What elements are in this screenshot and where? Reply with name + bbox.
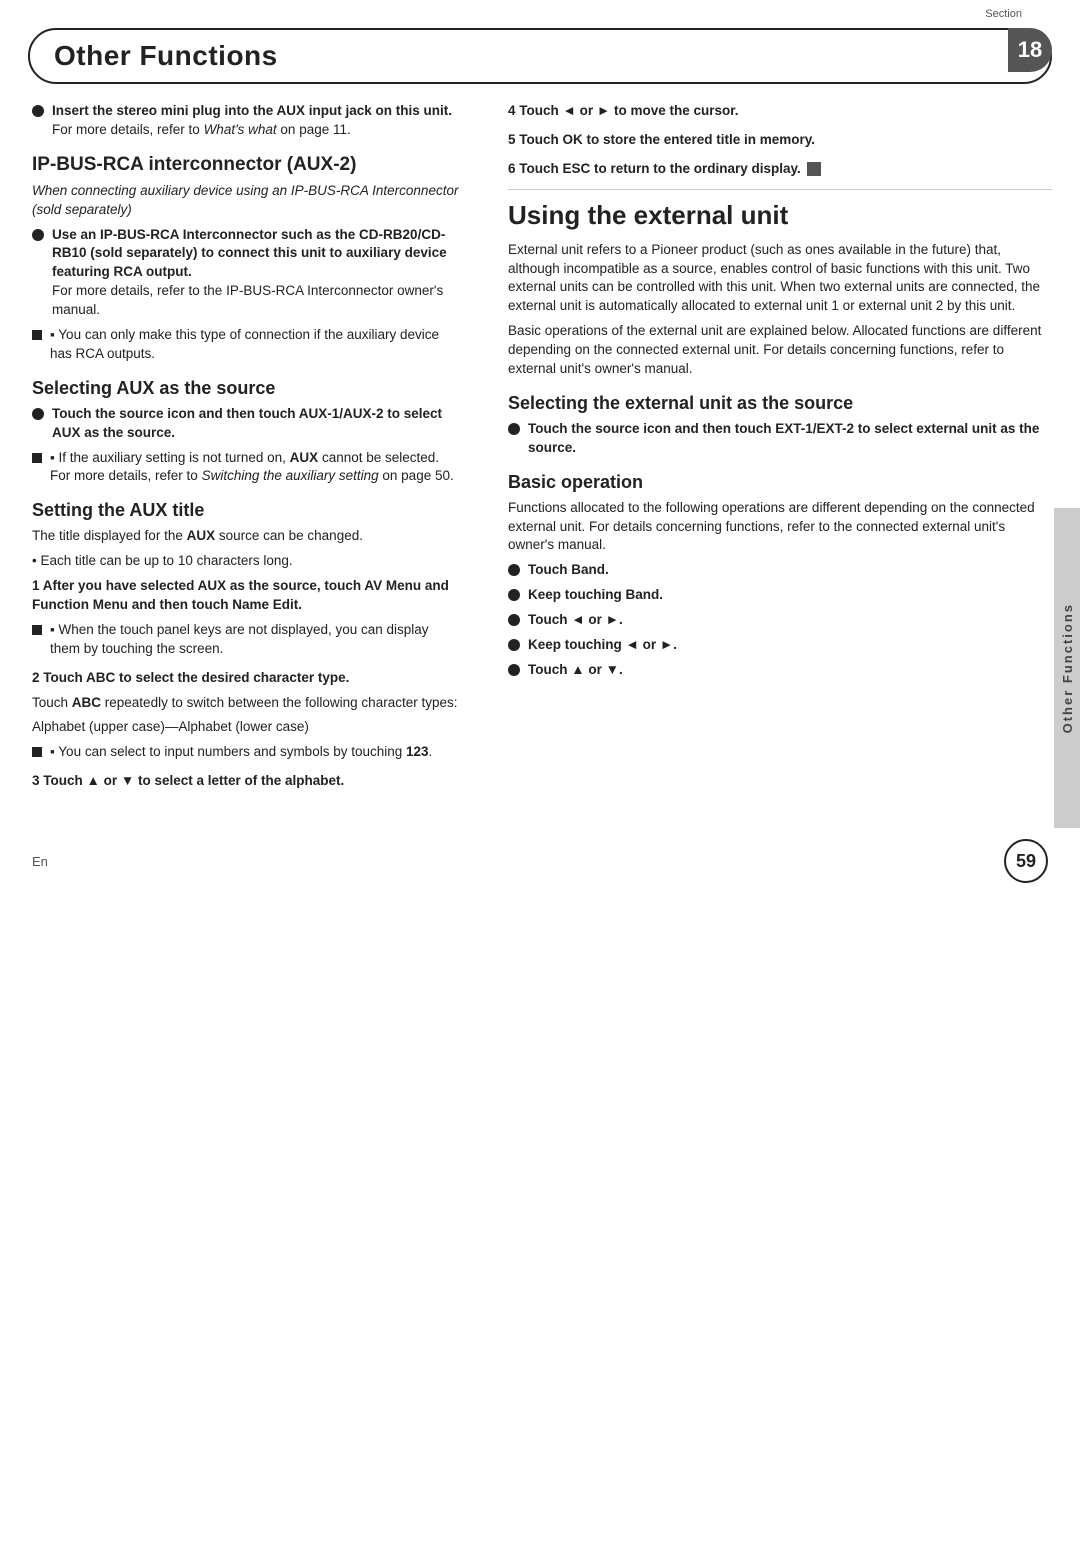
page-header: Section Other Functions 18 [28, 28, 1052, 84]
basic-item-2: Touch ◄ or ►. [508, 611, 1052, 630]
using-title: Using the external unit [508, 200, 1052, 231]
section-number: 18 [1008, 28, 1052, 72]
selecting-title: Selecting the external unit as the sourc… [508, 393, 1052, 414]
basic-items-list: Touch Band. Keep touching Band. Touch ◄ … [508, 561, 1052, 679]
step2-note: ▪ You can select to input numbers and sy… [32, 743, 462, 762]
basic-body: Functions allocated to the following ope… [508, 499, 1052, 556]
bullet-insert-plug: Insert the stereo mini plug into the AUX… [32, 102, 462, 140]
page-footer: En 59 [0, 821, 1080, 901]
step-4: 4 Touch ◄ or ► to move the cursor. [508, 102, 1052, 121]
bullet-circle-icon [508, 564, 520, 576]
aux-source-title: Selecting AUX as the source [32, 378, 462, 399]
bullet-circle-icon [508, 423, 520, 435]
basic-item-1: Keep touching Band. [508, 586, 1052, 605]
footer-page: 59 [1004, 839, 1048, 883]
bullet-square-icon [32, 747, 42, 757]
section-label: Section [985, 8, 1022, 20]
basic-item-4: Touch ▲ or ▼. [508, 661, 1052, 680]
bullet-circle-icon [508, 614, 520, 626]
ipbus-section-title: IP-BUS-RCA interconnector (AUX-2) [32, 154, 462, 176]
bullet-ipbus-note: ▪ You can only make this type of connect… [32, 326, 462, 364]
bullet-selecting: Touch the source icon and then touch EXT… [508, 420, 1052, 458]
ipbus-italic: When connecting auxiliary device using a… [32, 182, 462, 220]
using-body: External unit refers to a Pioneer produc… [508, 241, 1052, 317]
stop-icon [807, 162, 821, 176]
footer-lang: En [32, 854, 48, 869]
bullet-circle-icon [508, 639, 520, 651]
bullet-square-icon [32, 330, 42, 340]
bullet-circle-icon [32, 229, 44, 241]
left-column: Insert the stereo mini plug into the AUX… [0, 102, 490, 801]
step-3: 3 Touch ▲ or ▼ to select a letter of the… [32, 772, 462, 791]
bullet-aux-note: ▪ If the auxiliary setting is not turned… [32, 449, 462, 487]
right-column: 4 Touch ◄ or ► to move the cursor. 5 Tou… [490, 102, 1080, 801]
step2-bold: 2 Touch ABC to select the desired charac… [32, 669, 462, 688]
main-content: Insert the stereo mini plug into the AUX… [0, 84, 1080, 801]
bullet-square-icon [32, 625, 42, 635]
bullet-circle-icon [508, 589, 520, 601]
step3-bold: 3 Touch ▲ or ▼ to select a letter of the… [32, 772, 462, 791]
bullet-circle-icon [32, 105, 44, 117]
page-title: Other Functions [54, 40, 278, 72]
basic-title: Basic operation [508, 472, 1052, 493]
sidebar-label-wrapper: Other Functions [1054, 508, 1080, 828]
basic-item-0: Touch Band. [508, 561, 1052, 580]
aux-title-bullet: • Each title can be up to 10 characters … [32, 552, 462, 571]
bullet-ipbus-text: Use an IP-BUS-RCA Interconnector such as… [52, 226, 462, 320]
step-6: 6 Touch ESC to return to the ordinary di… [508, 160, 1052, 179]
bullet-ipbus: Use an IP-BUS-RCA Interconnector such as… [32, 226, 462, 320]
divider [508, 189, 1052, 190]
step-5: 5 Touch OK to store the entered title in… [508, 131, 1052, 150]
aux-title-section: Setting the AUX title [32, 500, 462, 521]
bullet-circle-icon [508, 664, 520, 676]
bullet-insert-text: Insert the stereo mini plug into the AUX… [52, 102, 452, 140]
step-2: 2 Touch ABC to select the desired charac… [32, 669, 462, 763]
bullet-aux-source: Touch the source icon and then touch AUX… [32, 405, 462, 443]
basic-item-3: Keep touching ◄ or ►. [508, 636, 1052, 655]
bullet-square-icon [32, 453, 42, 463]
step-1: 1 After you have selected AUX as the sou… [32, 577, 462, 659]
step1-bold: 1 After you have selected AUX as the sou… [32, 577, 462, 615]
bullet-circle-icon [32, 408, 44, 420]
sidebar-label: Other Functions [1060, 603, 1075, 733]
step1-note: ▪ When the touch panel keys are not disp… [32, 621, 462, 659]
aux-title-body: The title displayed for the AUX source c… [32, 527, 462, 546]
using-body2: Basic operations of the external unit ar… [508, 322, 1052, 379]
